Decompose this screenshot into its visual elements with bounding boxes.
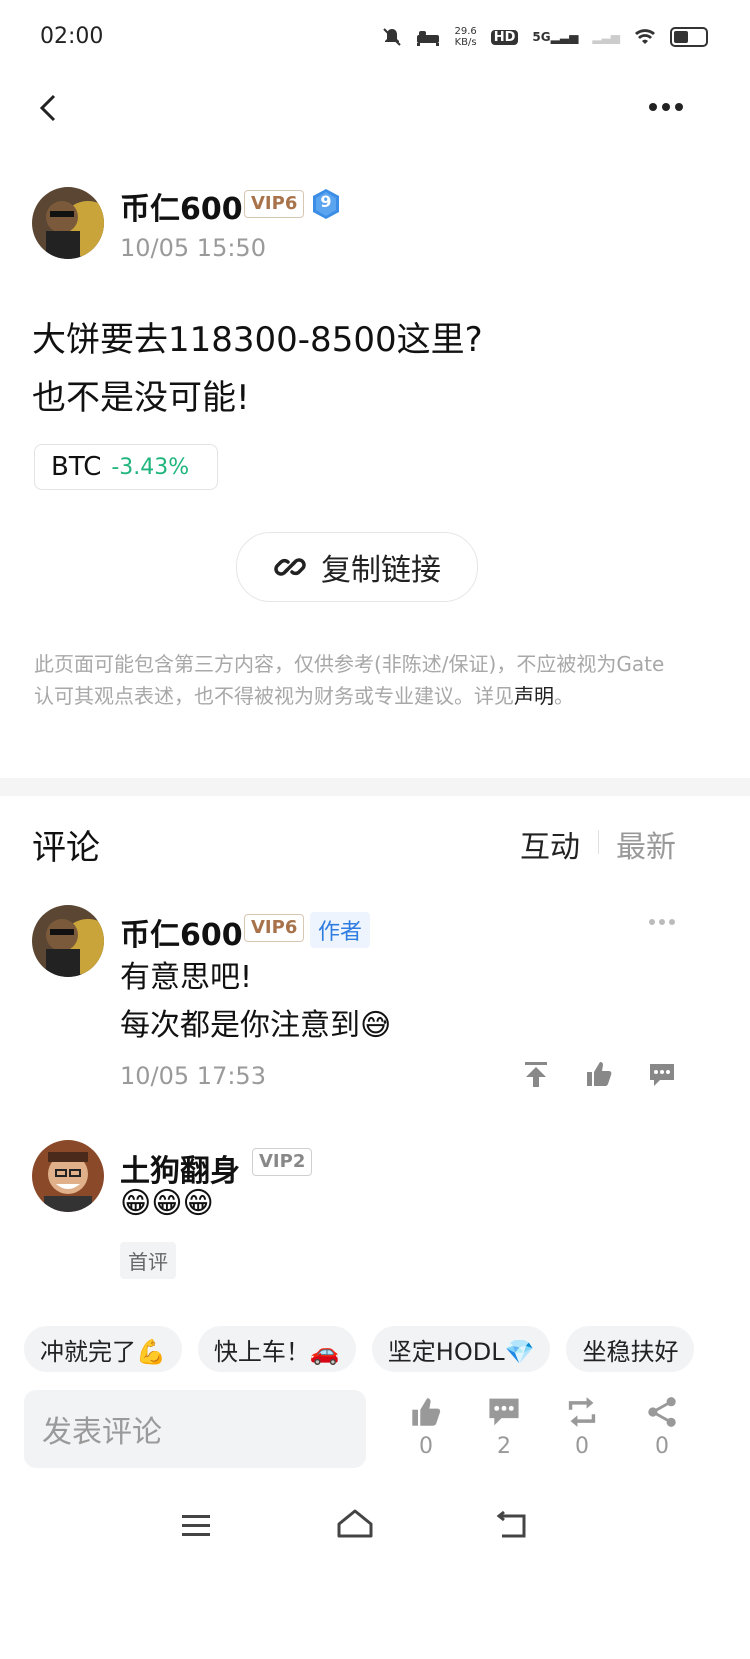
comment-stat[interactable]: 2 xyxy=(482,1396,526,1459)
net-speed: 29.6 KB/s xyxy=(454,26,477,48)
post-content-line1: 大饼要去118300-8500这里? xyxy=(32,320,483,360)
comment-avatar[interactable] xyxy=(32,1140,104,1212)
comment-text-line1: 有意思吧! xyxy=(120,960,253,995)
wifi-icon xyxy=(635,29,655,44)
level-badge: 9 xyxy=(310,188,342,220)
quick-reply-chip[interactable]: 冲就完了💪 xyxy=(24,1326,182,1372)
comment-icon xyxy=(489,1398,519,1426)
status-time: 02:00 xyxy=(40,24,104,49)
comment-more-icon[interactable] xyxy=(648,918,676,926)
comment-avatar[interactable] xyxy=(32,905,104,977)
mute-bell-icon xyxy=(383,28,402,46)
link-icon xyxy=(274,558,306,576)
tab-separator xyxy=(598,830,599,854)
comment-time: 10/05 17:53 xyxy=(120,1062,266,1090)
author-avatar[interactable] xyxy=(32,187,104,259)
section-divider xyxy=(0,778,750,796)
copy-link-label: 复制链接 xyxy=(321,553,441,588)
copy-link-button[interactable]: 复制链接 xyxy=(236,532,478,602)
disclaimer: 此页面可能包含第三方内容，仅供参考(非陈述/保证)，不应被视为Gate认可其观点… xyxy=(34,652,665,708)
comment-text-line1: 😁😁😁 xyxy=(120,1186,214,1221)
comment-author[interactable]: 土狗翻身 xyxy=(120,1146,240,1190)
vip-badge: VIP2 xyxy=(252,1148,313,1176)
back-nav-icon[interactable] xyxy=(494,1510,530,1540)
comment-text-line2: 每次都是你注意到😅 xyxy=(120,1008,392,1043)
tab-interactive[interactable]: 互动 xyxy=(520,822,580,866)
vip-badge: VIP6 xyxy=(244,190,305,218)
like-icon[interactable] xyxy=(585,1060,613,1088)
signal-weak-icon: ▂▃▅ xyxy=(592,30,620,44)
coin-symbol: BTC xyxy=(51,452,102,482)
like-icon xyxy=(412,1398,441,1426)
reply-icon[interactable] xyxy=(648,1062,676,1088)
back-arrow-icon[interactable] xyxy=(36,92,60,124)
tab-latest[interactable]: 最新 xyxy=(616,822,676,866)
repost-icon xyxy=(568,1397,596,1427)
author-name[interactable]: 币仁600 xyxy=(120,184,243,228)
status-icons: 29.6 KB/s HD 5G▂▃▅ ▂▃▅ xyxy=(382,26,708,48)
sleep-bed-icon xyxy=(417,31,440,46)
battery-icon xyxy=(670,27,708,47)
more-dots-icon[interactable] xyxy=(648,102,684,112)
first-comment-badge: 首评 xyxy=(120,1242,176,1279)
comments-title: 评论 xyxy=(32,828,100,868)
vip-badge: VIP6 xyxy=(244,914,305,942)
quick-reply-chip[interactable]: 坚定HODL💎 xyxy=(371,1326,551,1372)
repost-stat[interactable]: 0 xyxy=(560,1396,604,1459)
post-time: 10/05 15:50 xyxy=(120,234,266,262)
comment-author[interactable]: 币仁600 xyxy=(120,910,243,954)
coin-tag-btc[interactable]: BTC -3.43% xyxy=(34,444,218,490)
comment-input[interactable]: 发表评论 xyxy=(24,1390,366,1468)
coin-change: -3.43% xyxy=(111,454,190,480)
quick-reply-chip[interactable]: 快上车！🚗 xyxy=(197,1326,356,1372)
author-badge: 作者 xyxy=(310,912,371,948)
home-icon[interactable] xyxy=(336,1508,374,1540)
quick-reply-list: 冲就完了💪 快上车！🚗 坚定HODL💎 坐稳扶好 xyxy=(24,1326,750,1372)
menu-icon[interactable] xyxy=(180,1512,212,1540)
like-stat[interactable]: 0 xyxy=(404,1396,448,1459)
quick-reply-chip[interactable]: 坐稳扶好 xyxy=(566,1326,695,1372)
post-content-line2: 也不是没可能! xyxy=(32,378,250,418)
share-icon xyxy=(648,1397,676,1427)
pin-top-icon[interactable] xyxy=(522,1060,550,1088)
share-stat[interactable]: 0 xyxy=(640,1396,684,1459)
hd-icon: HD xyxy=(490,29,519,45)
signal-5g-icon: 5G▂▃▅ xyxy=(532,30,579,44)
disclaimer-link[interactable]: 声明 xyxy=(514,684,554,708)
